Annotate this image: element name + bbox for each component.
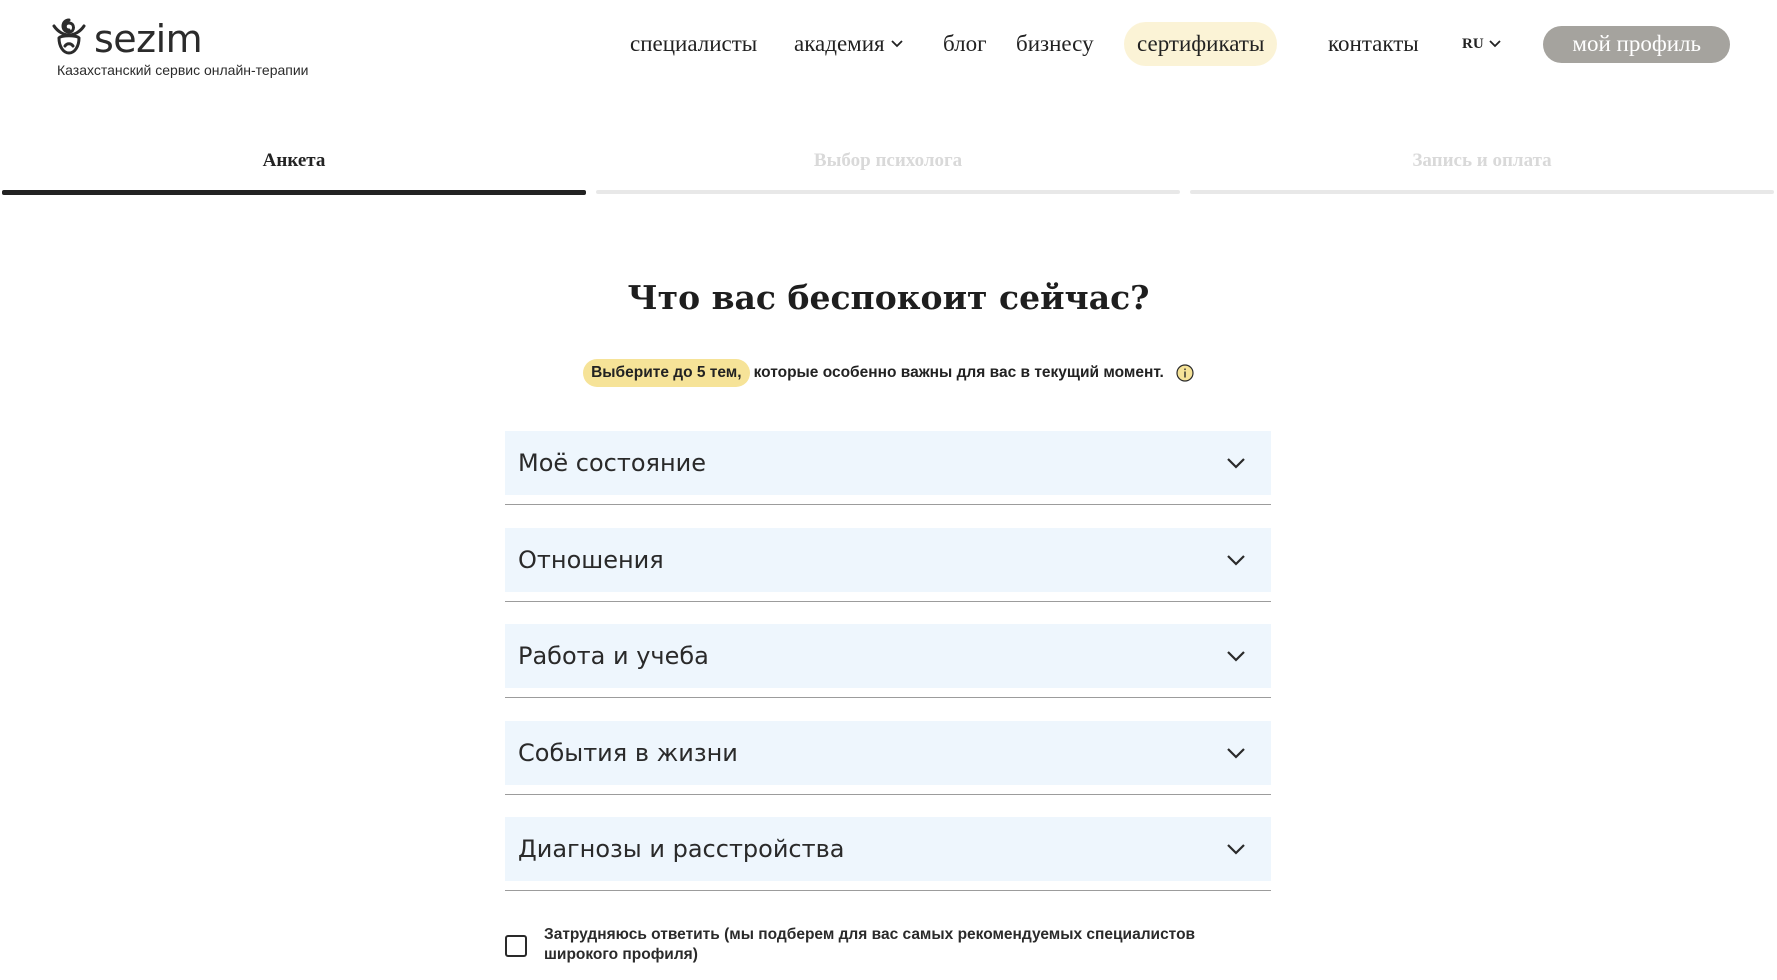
- progress-steps: Анкета Выбор психолога Запись и оплата: [2, 150, 1777, 200]
- page-title: Что вас беспокоит сейчас?: [627, 278, 1150, 317]
- chevron-down-icon: [1227, 844, 1245, 855]
- step-label: Выбор психолога: [813, 150, 963, 171]
- step-label: Запись и оплата: [1412, 150, 1552, 171]
- accordion-work-study[interactable]: Работа и учеба: [505, 624, 1271, 688]
- language-label: RU: [1462, 35, 1484, 52]
- main-nav: специалисты академия блог бизнесу сертиф…: [630, 22, 1730, 66]
- info-icon[interactable]: [1176, 364, 1194, 382]
- nav-business[interactable]: бизнесу: [1016, 31, 1094, 57]
- accordion-item: Работа и учеба: [505, 624, 1271, 721]
- accordion-title: Работа и учеба: [518, 642, 709, 670]
- chevron-down-icon: [1227, 651, 1245, 662]
- nav-academy[interactable]: академия: [794, 31, 904, 57]
- accordion-title: Диагнозы и расстройства: [518, 835, 845, 863]
- logo-text: sezim: [94, 17, 203, 61]
- unsure-checkbox[interactable]: [505, 935, 527, 957]
- unsure-option: Затрудняюсь ответить (мы подберем для ва…: [505, 925, 1271, 965]
- my-profile-button[interactable]: мой профиль: [1543, 26, 1730, 63]
- accordion-diagnoses[interactable]: Диагнозы и расстройства: [505, 817, 1271, 881]
- divider: [505, 697, 1271, 698]
- accordion-title: Отношения: [518, 545, 664, 574]
- divider: [505, 600, 1271, 602]
- nav-blog[interactable]: блог: [943, 31, 987, 57]
- tagline: Казахстанский сервис онлайн-терапии: [57, 62, 309, 78]
- chevron-down-icon: [890, 40, 903, 48]
- hint-text: которые особенно важны для вас в текущий…: [753, 364, 1164, 381]
- nav-contacts[interactable]: контакты: [1328, 31, 1419, 57]
- unsure-label[interactable]: Затрудняюсь ответить (мы подберем для ва…: [544, 925, 1271, 965]
- step-booking-payment: Запись и оплата: [1190, 150, 1774, 194]
- accordion-my-state[interactable]: Моё состояние: [505, 431, 1271, 495]
- sezim-logo-icon: [52, 18, 86, 55]
- accordion-relationships[interactable]: Отношения: [505, 527, 1271, 592]
- step-label: Анкета: [262, 150, 326, 171]
- divider: [505, 793, 1271, 795]
- logo[interactable]: sezim: [46, 10, 203, 61]
- accordion-title: События в жизни: [518, 738, 738, 767]
- step-questionnaire: Анкета: [2, 150, 586, 195]
- chevron-down-icon: [1227, 458, 1245, 469]
- chevron-down-icon: [1489, 40, 1501, 48]
- nav-specialists[interactable]: специалисты: [630, 31, 757, 57]
- accordion-item: Отношения: [505, 527, 1271, 625]
- nav-certificates[interactable]: сертификаты: [1124, 22, 1278, 66]
- accordion-item: Моё состояние: [505, 431, 1271, 528]
- chevron-down-icon: [1227, 747, 1245, 759]
- step-bar: [2, 190, 586, 195]
- step-bar: [596, 190, 1180, 194]
- accordion-life-events[interactable]: События в жизни: [505, 720, 1271, 785]
- step-choose-psychologist: Выбор психолога: [596, 150, 1180, 194]
- accordion-item: Диагнозы и расстройства: [505, 817, 1271, 914]
- step-bar: [1190, 190, 1774, 194]
- language-selector[interactable]: RU: [1462, 36, 1502, 53]
- accordion-title: Моё состояние: [518, 449, 707, 477]
- selection-hint: Выберите до 5 тем, которые особенно важн…: [0, 359, 1777, 387]
- hint-highlight: Выберите до 5 тем,: [583, 359, 750, 387]
- chevron-down-icon: [1227, 554, 1245, 566]
- divider: [505, 890, 1271, 891]
- topics-accordion: Моё состояние Отношения Работа и учеба С…: [505, 431, 1271, 914]
- divider: [505, 504, 1271, 505]
- accordion-item: События в жизни: [505, 720, 1271, 818]
- nav-academy-label: академия: [794, 31, 885, 56]
